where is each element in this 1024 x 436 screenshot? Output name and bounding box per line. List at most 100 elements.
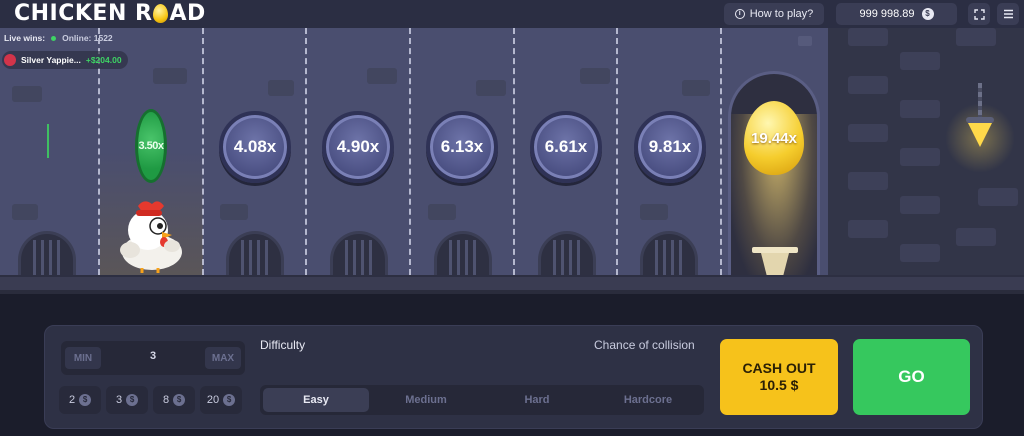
dollar-coin-icon: $ bbox=[223, 394, 236, 406]
difficulty-tab-hardcore[interactable]: Hardcore bbox=[595, 388, 701, 412]
difficulty-label: Difficulty bbox=[260, 338, 306, 352]
wall-block bbox=[956, 228, 996, 246]
online-counter: Online: 1522 bbox=[62, 33, 113, 43]
wall-brick bbox=[367, 68, 397, 84]
road-floor-shadow bbox=[0, 290, 1024, 294]
menu-button[interactable] bbox=[997, 3, 1019, 25]
wall-brick bbox=[476, 80, 506, 96]
wall-block bbox=[900, 196, 940, 214]
lane-divider bbox=[720, 28, 722, 275]
live-win-item: Silver Yappie... +$204.00 bbox=[2, 51, 128, 69]
wall-block bbox=[848, 28, 888, 46]
chance-of-collision-label: Chance of collision bbox=[594, 338, 695, 352]
top-bar: CHICKEN R AD i How to play? 999 998.89 $ bbox=[0, 0, 1024, 28]
bet-amount-input: MIN 3 MAX bbox=[61, 341, 245, 375]
lamp-cap bbox=[966, 117, 994, 123]
online-label: Online: bbox=[62, 33, 92, 43]
quick-bet-value: 20 bbox=[206, 394, 220, 406]
egg-pedestal bbox=[752, 247, 798, 275]
hamburger-menu-icon bbox=[1003, 9, 1013, 19]
pedestal-stem bbox=[761, 253, 789, 275]
wall-brick bbox=[268, 80, 294, 96]
winner-name: Silver Yappie... bbox=[21, 55, 81, 65]
wall-brick bbox=[798, 36, 812, 46]
game-logo: CHICKEN R AD bbox=[14, 1, 206, 26]
quick-bet-button[interactable]: 8 $ bbox=[153, 386, 195, 414]
how-to-play-button[interactable]: i How to play? bbox=[724, 3, 824, 25]
bet-amount-value[interactable]: 3 bbox=[111, 350, 195, 362]
wall-block bbox=[848, 124, 888, 142]
wall-block bbox=[900, 52, 940, 70]
wall-brick bbox=[12, 204, 38, 220]
info-icon: i bbox=[734, 9, 745, 19]
wall-block bbox=[978, 188, 1018, 206]
logo-text-left: CHICKEN R bbox=[14, 1, 153, 26]
fullscreen-button[interactable] bbox=[968, 3, 990, 25]
go-button[interactable]: GO bbox=[853, 339, 970, 415]
how-to-play-label: How to play? bbox=[749, 8, 814, 20]
difficulty-tab-easy[interactable]: Easy bbox=[263, 388, 369, 412]
multiplier-coin: 4.08x bbox=[219, 111, 291, 183]
logo-text-right: AD bbox=[169, 1, 206, 26]
wall-brick bbox=[682, 80, 710, 96]
live-wins-label: Live wins: bbox=[4, 33, 46, 43]
lamp-chain bbox=[978, 83, 982, 119]
dollar-coin-icon: $ bbox=[921, 8, 934, 20]
sewer-grate bbox=[434, 231, 492, 275]
min-bet-button[interactable]: MIN bbox=[65, 347, 101, 369]
cash-out-amount: 10.5 $ bbox=[759, 377, 799, 393]
multiplier-coin: 9.81x bbox=[634, 111, 706, 183]
balance-display: 999 998.89 $ bbox=[836, 3, 957, 25]
wall-block bbox=[848, 220, 888, 238]
winner-avatar bbox=[4, 54, 16, 66]
lane-divider bbox=[513, 28, 515, 275]
sewer-grate bbox=[640, 231, 698, 275]
wall-brick bbox=[580, 68, 610, 84]
fullscreen-icon bbox=[973, 8, 985, 20]
difficulty-tab-hard[interactable]: Hard bbox=[484, 388, 590, 412]
multiplier-coin: 4.90x bbox=[322, 111, 394, 183]
multiplier-coin: 6.61x bbox=[530, 111, 602, 183]
quick-bet-button[interactable]: 3 $ bbox=[106, 386, 148, 414]
quick-bet-button[interactable]: 2 $ bbox=[59, 386, 101, 414]
wall-brick bbox=[12, 86, 42, 102]
online-count: 1522 bbox=[93, 33, 113, 43]
sewer-grate bbox=[538, 231, 596, 275]
difficulty-tab-medium[interactable]: Medium bbox=[373, 388, 479, 412]
wall-brick bbox=[220, 204, 248, 220]
chicken-road-game: CHICKEN R AD i How to play? 999 998.89 $ bbox=[0, 0, 1024, 436]
lane-divider bbox=[202, 28, 204, 275]
wall-block bbox=[900, 100, 940, 118]
cash-out-button[interactable]: CASH OUT 10.5 $ bbox=[720, 339, 838, 415]
sewer-grate bbox=[18, 231, 76, 275]
sewer-grate bbox=[330, 231, 388, 275]
chicken-character bbox=[120, 201, 182, 273]
quick-bet-value: 3 bbox=[115, 394, 123, 406]
dollar-coin-icon: $ bbox=[126, 394, 139, 406]
lane-divider bbox=[409, 28, 411, 275]
winner-amount: +$204.00 bbox=[85, 55, 122, 65]
game-scene: 3.50x 4.08x 4.90x 6.13x 6.61x 9.81x 19.4… bbox=[0, 28, 1024, 294]
passed-multiplier-coin: 3.50x bbox=[135, 109, 167, 183]
wall-block bbox=[900, 244, 940, 262]
wall-block bbox=[900, 148, 940, 166]
hanging-lamp bbox=[945, 83, 1015, 183]
wall-brick bbox=[428, 204, 456, 220]
wall-brick bbox=[640, 204, 668, 220]
quick-bet-value: 8 bbox=[162, 394, 170, 406]
max-bet-button[interactable]: MAX bbox=[205, 347, 241, 369]
difficulty-selector: Easy Medium Hard Hardcore bbox=[260, 385, 704, 415]
wall-block bbox=[848, 172, 888, 190]
pedestal-top bbox=[752, 247, 798, 253]
start-marker bbox=[47, 124, 49, 158]
online-status-dot bbox=[51, 35, 57, 41]
dollar-coin-icon: $ bbox=[79, 394, 92, 406]
multiplier-coin: 6.13x bbox=[426, 111, 498, 183]
wall-block bbox=[848, 76, 888, 94]
egg-logo-icon bbox=[153, 4, 169, 23]
balance-value: 999 998.89 bbox=[859, 8, 915, 20]
quick-bet-button[interactable]: 20 $ bbox=[200, 386, 242, 414]
lane-divider bbox=[305, 28, 307, 275]
lane-divider bbox=[616, 28, 618, 275]
dollar-coin-icon: $ bbox=[173, 394, 186, 406]
